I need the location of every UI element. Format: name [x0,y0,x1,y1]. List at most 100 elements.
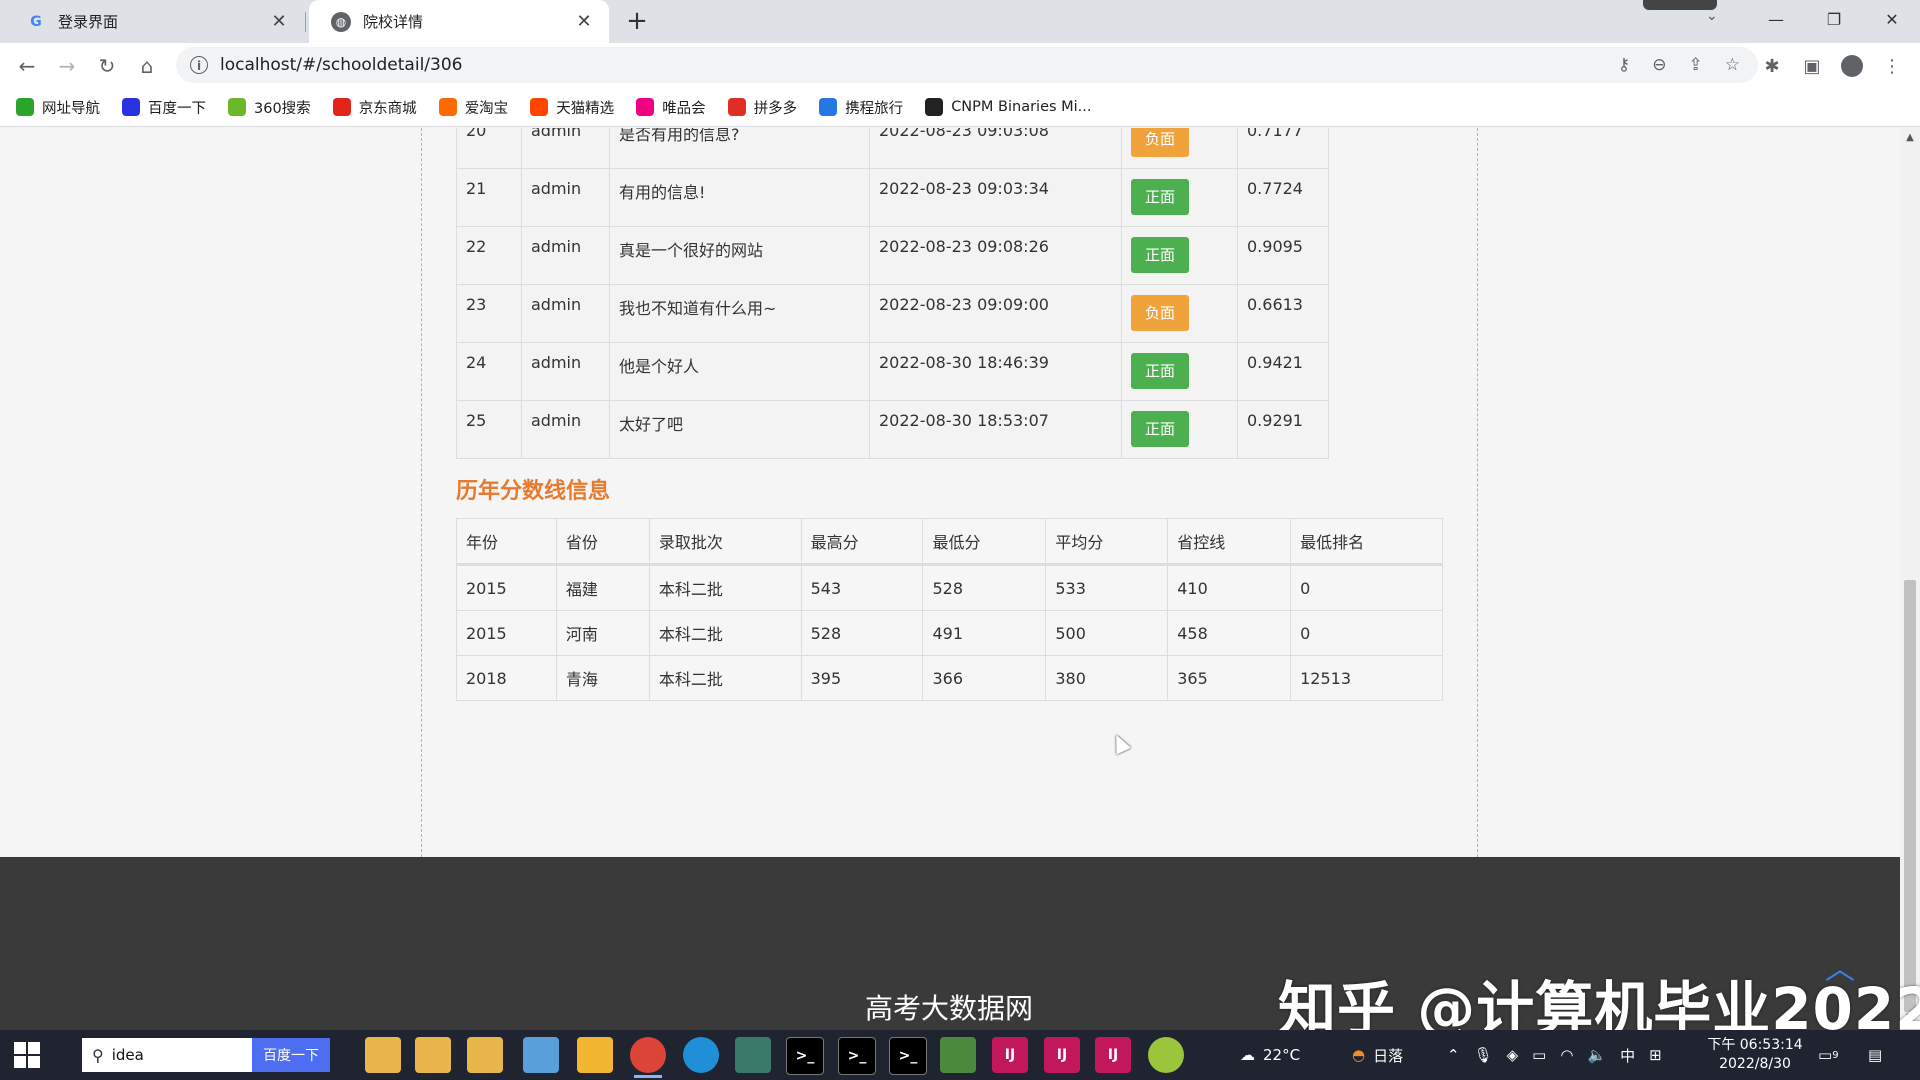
close-icon[interactable]: ✕ [268,11,290,32]
intellij-icon[interactable]: IJ [1044,1037,1080,1073]
review-content: 太好了吧 [609,400,870,459]
terminal-icon[interactable]: >_ [889,1037,927,1075]
terminal-icon[interactable]: >_ [786,1037,824,1075]
table-cell: 410 [1167,564,1292,611]
minimize-button[interactable]: — [1748,0,1804,38]
table-cell: 本科二批 [648,610,802,656]
sentiment-badge[interactable]: 负面 [1131,295,1190,331]
app-icon[interactable] [523,1037,559,1073]
app-icon[interactable] [940,1037,976,1073]
bookmark-favicon-icon [925,98,944,116]
restore-button[interactable]: ❐ [1806,0,1862,38]
keyboard-icon[interactable]: ⊞ [1649,1046,1662,1064]
battery-icon[interactable]: ▭ [1532,1046,1546,1064]
new-tab-button[interactable]: + [622,6,652,36]
back-icon[interactable]: ← [11,50,43,82]
folder-icon[interactable] [467,1037,503,1073]
review-table: 20 admin 是否有用的信息? 2022-08-23 09:03:08 负面… [456,128,1329,459]
bookmark-favicon-icon [819,98,838,116]
bookmark-item[interactable]: 携程旅行 [819,97,903,118]
table-cell: 395 [800,655,924,701]
bookmark-item[interactable]: 爱淘宝 [438,97,508,118]
terminal-icon[interactable]: >_ [838,1037,876,1075]
bookmark-item[interactable]: 网址导航 [16,97,100,118]
table-cell: 528 [922,564,1047,611]
message-icon[interactable]: ▭ 9 [1818,1030,1839,1080]
sentiment-badge[interactable]: 正面 [1131,237,1190,273]
weather-widget[interactable]: ☁ 22°C [1240,1030,1300,1080]
table-row: 24 admin 他是个好人 2022-08-30 18:46:39 正面 0.… [456,342,1329,401]
bookmark-item[interactable]: 拼多多 [727,97,797,118]
review-user: admin [521,168,610,227]
tab-school-detail[interactable]: ◍ 院校详情 ✕ [309,0,609,43]
scroll-up-icon[interactable]: ▲ [1904,132,1916,146]
home-icon[interactable]: ⌂ [131,50,163,82]
bookmark-item[interactable]: 京东商城 [332,97,417,118]
review-sentiment-cell: 正面 [1121,342,1238,401]
taskbar-clock[interactable]: 下午 06:53:14 2022/8/30 [1700,1036,1810,1074]
volume-icon[interactable]: 🔈 [1587,1046,1606,1064]
table-row: 20 admin 是否有用的信息? 2022-08-23 09:03:08 负面… [456,128,1329,169]
close-icon[interactable]: ✕ [573,11,595,32]
review-score: 0.9291 [1237,400,1329,459]
review-user: admin [521,226,610,285]
review-score: 0.6613 [1237,284,1329,343]
baidu-search-button[interactable]: 百度一下 [252,1038,330,1072]
app-icon[interactable] [577,1037,613,1073]
zoom-icon[interactable]: ⊖ [1652,55,1666,75]
table-cell: 458 [1167,610,1292,656]
sentiment-badge[interactable]: 正面 [1131,411,1190,447]
tab-search-icon[interactable]: ⌄ [1706,8,1718,24]
share-icon[interactable]: ⇪ [1689,55,1703,75]
ime-indicator[interactable]: 中 [1620,1045,1635,1066]
forward-icon[interactable]: → [51,50,83,82]
app-icon[interactable] [1148,1037,1184,1073]
scrollbar-thumb[interactable] [1904,580,1916,1012]
column-header: 最低排名 [1290,518,1443,566]
windows-start-icon[interactable] [14,1042,40,1068]
wifi-icon[interactable]: ◠ [1560,1046,1573,1064]
bookmark-item[interactable]: 唯品会 [636,97,706,118]
globe-icon: ◍ [331,11,351,32]
star-icon[interactable]: ☆ [1725,55,1740,75]
bookmark-item[interactable]: 百度一下 [122,97,206,118]
file-explorer-icon[interactable] [365,1037,401,1073]
reload-icon[interactable]: ↻ [91,50,123,82]
extensions-icon[interactable]: ✱ [1756,50,1788,82]
bookmark-item[interactable]: 360搜索 [228,97,311,118]
address-bar[interactable]: i localhost/#/schooldetail/306 ⚷ ⊖ ⇪ ☆ [176,47,1758,83]
taskbar-search-input[interactable]: ⚲ idea [82,1038,252,1072]
bookmark-item[interactable]: 天猫精选 [530,97,614,118]
chrome-icon[interactable] [630,1037,666,1078]
key-icon[interactable]: ⚷ [1618,55,1630,75]
chevron-up-icon[interactable]: ⌃ [1447,1046,1460,1064]
bookmark-item[interactable]: CNPM Binaries Mi... [925,98,1092,116]
side-panel-icon[interactable]: ▣ [1796,50,1828,82]
table-cell: 366 [922,655,1047,701]
site-info-icon[interactable]: i [190,56,208,74]
menu-icon[interactable]: ⋮ [1876,50,1908,82]
sentiment-badge[interactable]: 负面 [1131,128,1190,157]
profile-icon[interactable] [1836,50,1868,82]
app-icon[interactable] [735,1037,771,1073]
edge-icon[interactable] [683,1037,719,1073]
folder-icon[interactable] [415,1037,451,1073]
intellij-icon[interactable]: IJ [992,1037,1028,1073]
page-scrollbar[interactable]: ▲ ▼ [1900,128,1920,1030]
sentiment-badge[interactable]: 正面 [1131,353,1190,389]
search-query[interactable]: idea [112,1046,144,1064]
review-time: 2022-08-30 18:53:07 [869,400,1122,459]
review-id: 20 [456,128,522,169]
column-header: 平均分 [1045,518,1169,566]
column-header: 最高分 [800,518,924,566]
intellij-icon[interactable]: IJ [1095,1037,1131,1073]
url-text[interactable]: localhost/#/schooldetail/306 [220,55,462,75]
notification-center-icon[interactable]: ▤ [1868,1030,1882,1080]
sentiment-badge[interactable]: 正面 [1131,179,1190,215]
tab-login[interactable]: G 登录界面 ✕ [4,0,304,43]
footer-site-name: 高考大数据网 [865,992,1034,1025]
microphone-icon[interactable]: 🎙 [1474,1046,1493,1064]
shield-icon[interactable]: ◈ [1507,1046,1519,1064]
sunset-widget[interactable]: ◓ 日落 [1352,1030,1403,1080]
close-window-button[interactable]: ✕ [1864,0,1920,38]
